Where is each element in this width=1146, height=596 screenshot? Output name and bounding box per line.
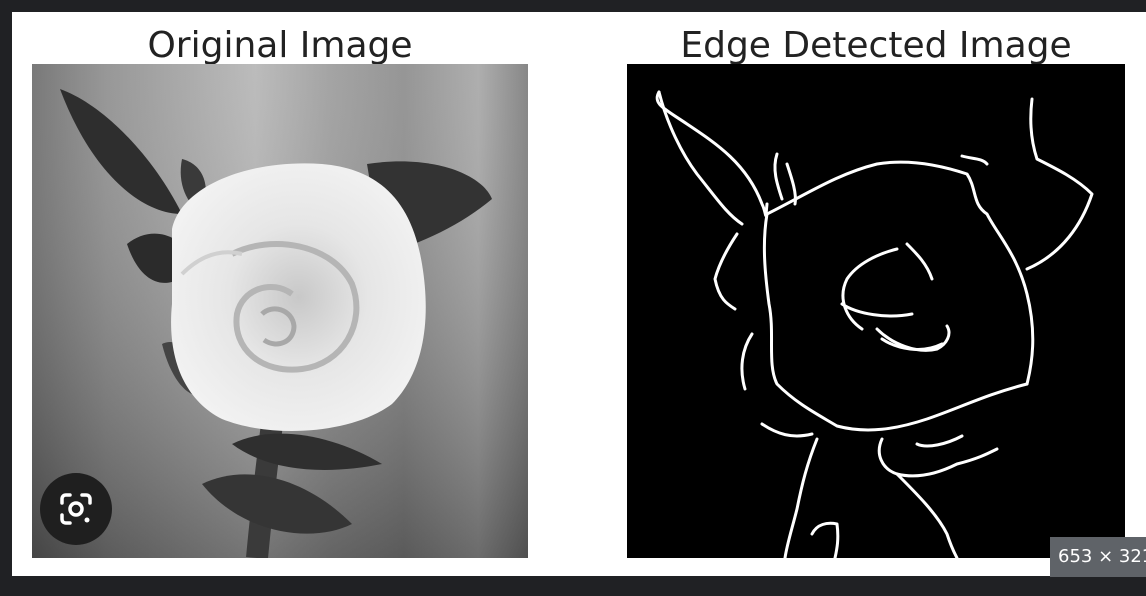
google-lens-icon	[60, 493, 92, 525]
original-rose-image	[32, 64, 528, 558]
edge-image-title: Edge Detected Image	[680, 25, 1072, 66]
edge-detected-image	[627, 64, 1125, 558]
image-dimensions-badge: 653 × 321	[1050, 537, 1146, 577]
viewer-bottom-bar	[0, 576, 1146, 596]
figure-image[interactable]: Original Image Edge Detected Image	[12, 12, 1146, 576]
original-image-title: Original Image	[147, 25, 413, 66]
viewer-top-bar	[0, 0, 1146, 12]
image-viewer: Original Image Edge Detected Image 653 ×…	[0, 0, 1146, 596]
google-lens-button[interactable]	[40, 473, 112, 545]
